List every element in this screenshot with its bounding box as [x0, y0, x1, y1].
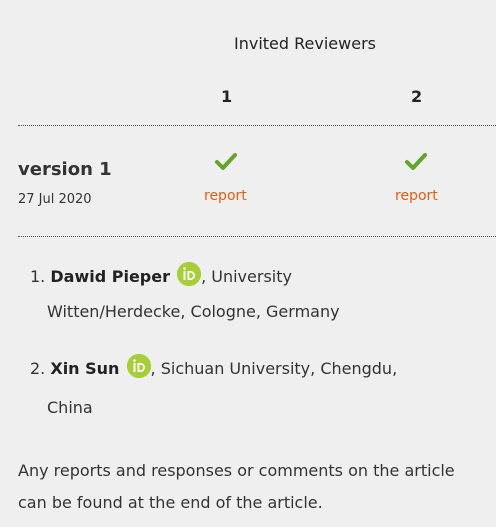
version-date: 27 Jul 2020 — [18, 192, 92, 207]
version-label: version 1 — [18, 159, 112, 180]
reviewer-number-2: 2 — [411, 87, 423, 106]
reviewer-item-1: 1. Dawid Pieper , University — [30, 262, 292, 287]
reviewer-name[interactable]: Xin Sun — [50, 359, 119, 378]
reviewer-status-panel: Invited Reviewers 1 2 version 1 27 Jul 2… — [0, 0, 496, 527]
report-link-reviewer-1[interactable]: report — [204, 188, 247, 204]
approved-check-icon — [215, 153, 237, 170]
orcid-icon[interactable] — [126, 354, 151, 378]
reviewer-number-1: 1 — [221, 87, 233, 106]
reviewer-index: 1. — [30, 267, 46, 286]
divider-bottom — [18, 236, 496, 237]
reviewer-affiliation: , Sichuan University, Chengdu, — [150, 359, 398, 378]
reviewer-item-2: 2. Xin Sun , Sichuan University, Chengdu… — [30, 354, 397, 379]
reviewer-affiliation: , University — [201, 267, 292, 286]
reviewer-affiliation-cont: Witten/Herdecke, Cologne, Germany — [47, 302, 340, 321]
reviewer-affiliation-cont: China — [47, 398, 93, 417]
invited-reviewers-title: Invited Reviewers — [234, 34, 376, 53]
reports-footer-note: Any reports and responses or comments on… — [18, 461, 455, 512]
approved-check-icon — [405, 153, 427, 170]
report-link-reviewer-2[interactable]: report — [395, 188, 438, 204]
reviewer-index: 2. — [30, 359, 46, 378]
reviewer-name[interactable]: Dawid Pieper — [50, 267, 170, 286]
orcid-icon[interactable] — [177, 262, 202, 286]
divider-top — [18, 125, 496, 126]
